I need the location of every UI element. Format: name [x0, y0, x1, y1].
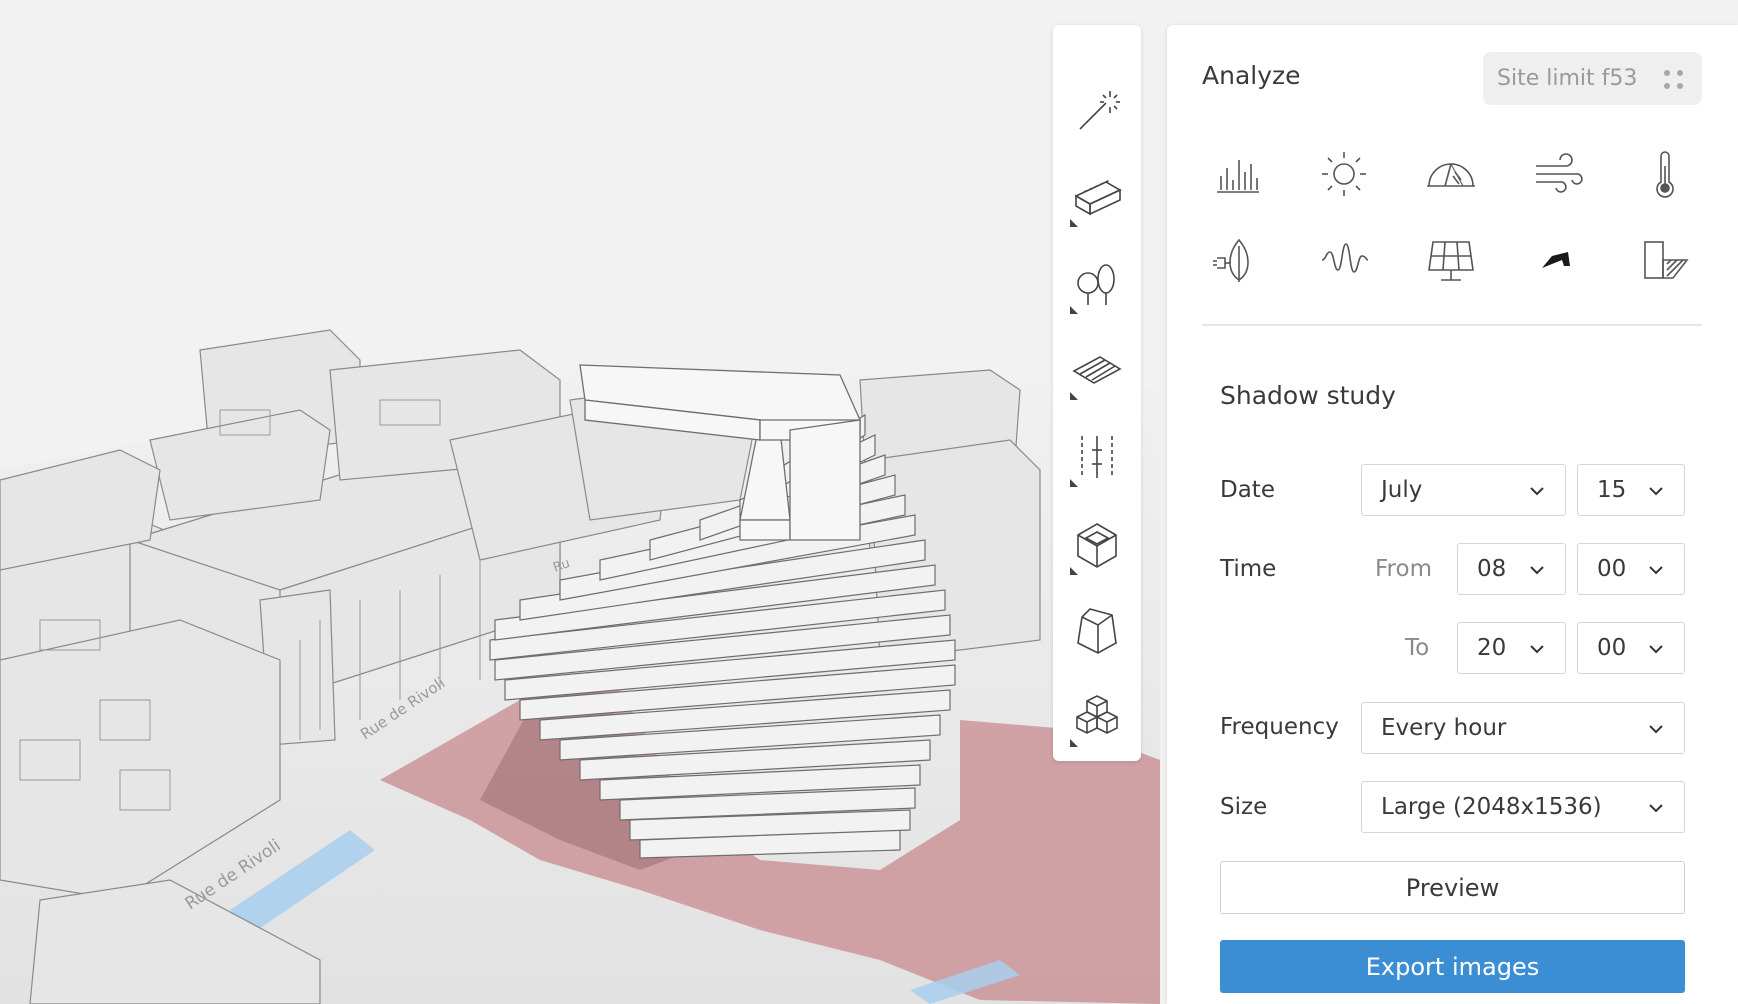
- to-label: To: [1405, 635, 1430, 661]
- frequency-value: Every hour: [1381, 715, 1507, 741]
- shadow-study-button[interactable]: [1519, 221, 1597, 299]
- volume-tool[interactable]: [1053, 505, 1141, 585]
- noise-wave-icon: [1321, 243, 1369, 273]
- panel-divider: [1202, 324, 1702, 326]
- chevron-down-icon: [1649, 566, 1663, 575]
- shadow-study-title: Shadow study: [1220, 381, 1396, 410]
- to-hour-select[interactable]: 20: [1457, 622, 1566, 674]
- chevron-down-icon: [1530, 645, 1544, 654]
- from-label: From: [1375, 556, 1432, 582]
- solar-energy-button[interactable]: [1412, 221, 1490, 299]
- to-minute-select[interactable]: 00: [1577, 622, 1685, 674]
- blocks-tool[interactable]: [1053, 677, 1141, 757]
- terrain-tool[interactable]: [1053, 330, 1141, 410]
- chevron-down-icon: [1649, 804, 1663, 813]
- wind-icon: [1536, 153, 1583, 193]
- to-hour-value: 20: [1477, 635, 1507, 661]
- to-minute-value: 00: [1597, 635, 1627, 661]
- time-label: Time: [1220, 556, 1277, 582]
- export-images-button[interactable]: Export images: [1220, 940, 1685, 993]
- sun-path-icon: [1427, 163, 1475, 187]
- prism-icon: [1077, 608, 1117, 654]
- sky-view-button[interactable]: [1412, 135, 1490, 213]
- grid-tool[interactable]: [1053, 417, 1141, 497]
- analyze-panel: Analyze Site limit f53 Shadow study Date…: [1167, 25, 1738, 1004]
- daylight-button[interactable]: [1626, 221, 1704, 299]
- wind-analysis-button[interactable]: [1519, 135, 1597, 213]
- preview-button[interactable]: Preview: [1220, 861, 1685, 914]
- energy-leaf-icon: [1213, 238, 1249, 282]
- generate-tool[interactable]: [1053, 70, 1141, 150]
- panel-title: Analyze: [1202, 61, 1301, 90]
- microclimate-button[interactable]: [1626, 135, 1704, 213]
- grid-lines-icon: [1081, 436, 1113, 478]
- day-select[interactable]: 15: [1577, 464, 1685, 516]
- chevron-down-icon: [1530, 487, 1544, 496]
- sun-hours-button[interactable]: [1305, 135, 1383, 213]
- drag-handle-icon[interactable]: [1664, 70, 1684, 90]
- chevron-down-icon: [1649, 487, 1663, 496]
- terrain-plane-icon: [1072, 356, 1122, 384]
- daylight-facade-icon: [1644, 241, 1689, 279]
- size-label: Size: [1220, 794, 1268, 820]
- month-select[interactable]: July: [1361, 464, 1566, 516]
- frequency-label: Frequency: [1220, 714, 1339, 740]
- tool-strip: [1053, 25, 1141, 761]
- bar-chart-icon: [1217, 160, 1259, 193]
- from-hour-select[interactable]: 08: [1457, 543, 1566, 595]
- magic-wand-icon: [1079, 91, 1120, 130]
- frequency-select[interactable]: Every hour: [1361, 702, 1685, 754]
- from-hour-value: 08: [1477, 556, 1507, 582]
- site-limit-label: Site limit f53: [1497, 66, 1638, 91]
- cube-icon: [1077, 523, 1117, 568]
- size-value: Large (2048x1536): [1381, 794, 1602, 820]
- month-value: July: [1381, 477, 1423, 503]
- vegetation-tool[interactable]: [1053, 244, 1141, 324]
- chevron-down-icon: [1530, 566, 1544, 575]
- site-limit-badge[interactable]: Site limit f53: [1483, 52, 1702, 105]
- sun-icon: [1322, 152, 1366, 196]
- chevron-down-icon: [1649, 645, 1663, 654]
- mass-tool[interactable]: [1053, 590, 1141, 670]
- building-block-icon: [1074, 179, 1122, 216]
- trees-icon: [1077, 264, 1115, 305]
- from-minute-value: 00: [1597, 556, 1627, 582]
- day-value: 15: [1597, 477, 1627, 503]
- stacked-cubes-icon: [1076, 695, 1118, 734]
- building-tool[interactable]: [1053, 157, 1141, 237]
- from-minute-select[interactable]: 00: [1577, 543, 1685, 595]
- operational-energy-button[interactable]: [1198, 221, 1276, 299]
- noise-analysis-button[interactable]: [1305, 221, 1383, 299]
- chevron-down-icon: [1649, 725, 1663, 734]
- date-label: Date: [1220, 477, 1275, 503]
- thermometer-icon: [1656, 151, 1674, 198]
- solar-panel-icon: [1428, 241, 1474, 281]
- statistics-analysis-button[interactable]: [1198, 135, 1276, 213]
- size-select[interactable]: Large (2048x1536): [1361, 781, 1685, 833]
- shadow-icon: [1542, 252, 1570, 268]
